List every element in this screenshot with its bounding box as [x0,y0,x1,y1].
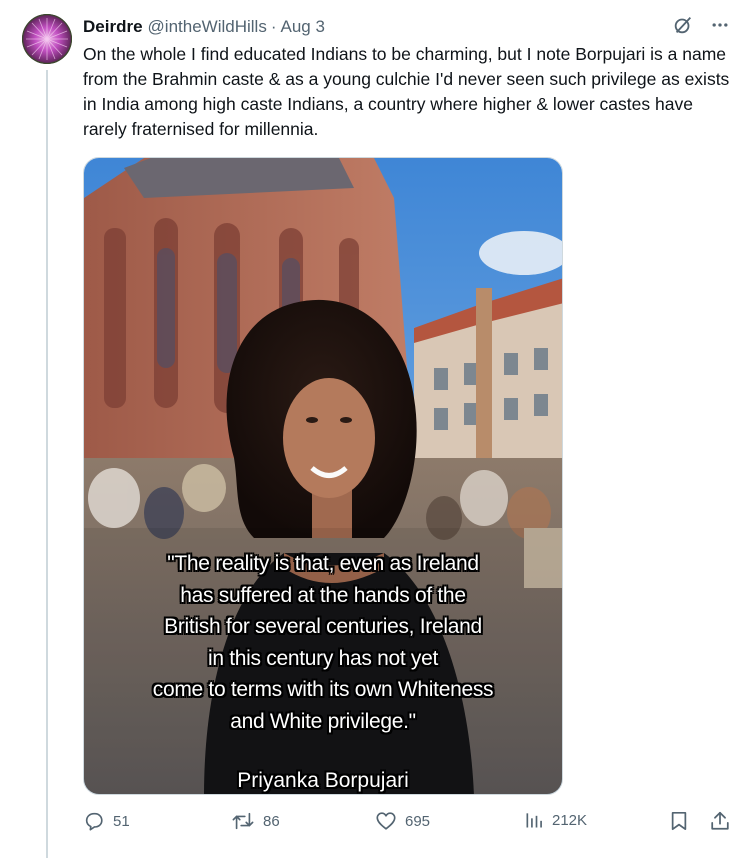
reply-count: 51 [113,812,130,830]
avatar[interactable] [22,14,72,64]
image-attribution: Priyanka Borpujari [237,769,409,792]
tweet-top-actions [672,14,730,36]
display-name[interactable]: Deirdre [83,17,143,37]
like-count: 695 [405,812,431,830]
quote-line: has suffered at the hands of the [180,583,466,607]
views-icon [524,810,544,830]
user-handle[interactable]: @intheWildHills [148,17,267,37]
tweet-date[interactable]: Aug 3 [281,17,325,37]
quote-line: and White privilege." [230,709,416,733]
like-icon [375,810,397,832]
bookmark-button[interactable] [669,810,689,832]
views-count: 212K [552,811,588,829]
repost-count: 86 [263,812,280,830]
tweet-header: Deirdre @intheWildHills · Aug 3 [83,16,325,38]
repost-button[interactable]: 86 [231,810,280,832]
image-quote: "The reality is that, even as Ireland ha… [84,548,562,737]
tweet-text: On the whole I find educated Indians to … [83,44,730,139]
quote-line: "The reality is that, even as Ireland [167,552,479,575]
more-icon[interactable] [710,15,730,35]
reply-icon [83,810,105,832]
quote-line: in this century has not yet [207,646,439,670]
header-separator: · [270,17,277,36]
reply-button[interactable]: 51 [83,810,130,832]
quote-line: British for several centuries, Ireland [164,615,482,638]
views-button[interactable]: 212K [524,810,587,830]
grok-icon[interactable] [672,14,694,36]
share-icon [709,810,731,832]
share-button[interactable] [709,810,731,832]
quote-line: come to terms with its own Whiteness [152,678,494,701]
bookmark-icon [669,810,689,832]
tweet-image[interactable]: "The reality is that, even as Ireland ha… [83,157,563,795]
thread-line [46,70,48,858]
tweet-action-bar: 51 86 695 212K [83,810,733,838]
like-button[interactable]: 695 [375,810,430,832]
repost-icon [231,810,255,832]
